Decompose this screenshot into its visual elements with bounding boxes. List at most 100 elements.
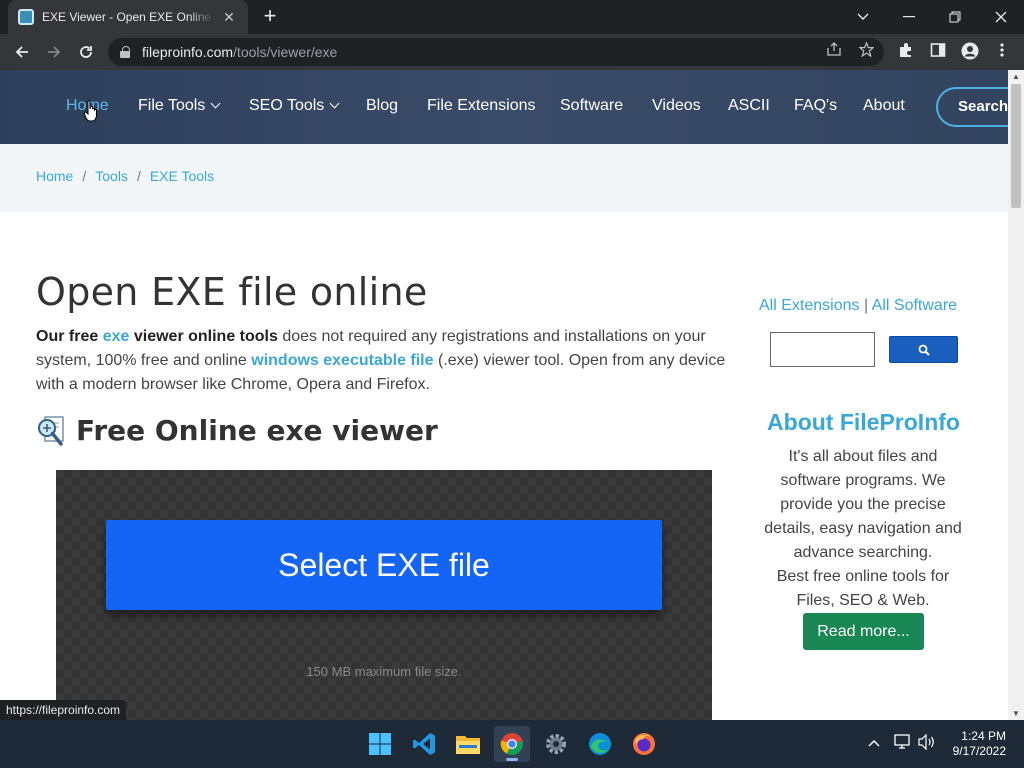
- network-icon[interactable]: [894, 734, 912, 753]
- tray-overflow-chevron[interactable]: [868, 734, 880, 750]
- document-search-icon: [38, 415, 64, 446]
- arrow-left-icon: [15, 46, 28, 58]
- firefox-icon: [633, 733, 655, 755]
- taskbar-file-explorer[interactable]: [450, 726, 486, 762]
- about-description: It's all about files and software progra…: [764, 448, 962, 561]
- chevron-up-icon: [868, 740, 880, 747]
- minimize-icon: [903, 16, 915, 18]
- reload-button[interactable]: [72, 38, 100, 66]
- folder-icon: [456, 736, 480, 754]
- active-indicator: [506, 758, 518, 761]
- intro-bold: Our free: [36, 328, 99, 345]
- tab-close-icon[interactable]: ✕: [220, 9, 238, 26]
- breadcrumb: Home / Tools / EXE Tools: [36, 168, 214, 184]
- back-button[interactable]: [8, 38, 36, 66]
- taskbar-clock[interactable]: 1:24 PM 9/17/2022: [946, 729, 1006, 759]
- taskbar-firefox[interactable]: [626, 726, 662, 762]
- section-heading: Free Online exe viewer: [36, 414, 438, 447]
- nav-faqs[interactable]: FAQ's: [794, 97, 837, 115]
- section-title: Free Online exe viewer: [76, 414, 438, 447]
- address-bar[interactable]: fileproinfo.com/tools/viewer/exe: [108, 38, 884, 66]
- start-button[interactable]: [362, 726, 398, 762]
- url-host: fileproinfo.com: [142, 44, 234, 60]
- read-more-button[interactable]: Read more...: [803, 613, 924, 650]
- taskbar-settings[interactable]: [538, 726, 574, 762]
- sidebar-links: All Extensions | All Software: [759, 297, 957, 315]
- breadcrumb-separator: /: [82, 168, 87, 184]
- breadcrumb-home[interactable]: Home: [36, 168, 73, 184]
- search-icon: [918, 344, 930, 356]
- nav-about[interactable]: About: [863, 97, 905, 115]
- scroll-down-arrow-icon[interactable]: ▼: [1012, 709, 1020, 718]
- breadcrumb-exe-tools[interactable]: EXE Tools: [150, 168, 214, 184]
- status-bar-url: https://fileproinfo.com: [0, 700, 127, 720]
- page-title: Open EXE file online: [36, 270, 428, 314]
- lock-icon: [120, 46, 130, 58]
- chevron-down-icon: [210, 98, 221, 109]
- breadcrumb-tools[interactable]: Tools: [95, 168, 128, 184]
- taskbar-edge[interactable]: [582, 726, 618, 762]
- taskbar-vscode[interactable]: [406, 726, 442, 762]
- windows-executable-link[interactable]: windows executable file: [251, 352, 433, 369]
- windows-taskbar: 1:24 PM 9/17/2022: [0, 720, 1024, 768]
- all-extensions-link[interactable]: All Extensions: [759, 297, 860, 314]
- edge-icon: [589, 733, 611, 755]
- nav-seo-tools-label: SEO Tools: [249, 97, 325, 114]
- gear-icon: [546, 734, 566, 754]
- nav-file-extensions[interactable]: File Extensions: [427, 97, 536, 115]
- taskbar-chrome[interactable]: [494, 726, 530, 762]
- bookmark-star-icon[interactable]: [856, 41, 876, 62]
- about-title: About FileProInfo: [767, 409, 960, 435]
- nav-file-tools[interactable]: File Tools: [138, 97, 221, 115]
- forward-button[interactable]: [40, 38, 68, 66]
- close-icon: [995, 11, 1007, 23]
- nav-seo-tools[interactable]: SEO Tools: [249, 97, 340, 115]
- browser-toolbar: fileproinfo.com/tools/viewer/exe: [0, 34, 1024, 70]
- extensions-puzzle-icon[interactable]: [896, 42, 916, 62]
- nav-videos[interactable]: Videos: [652, 97, 701, 115]
- side-panel-icon[interactable]: [928, 42, 948, 62]
- intro-bold-2: viewer online tools: [133, 328, 278, 345]
- hand-cursor-icon: [84, 100, 97, 122]
- tab-search-button[interactable]: [840, 0, 886, 34]
- reload-icon: [80, 46, 92, 58]
- about-tagline: Best free online tools for Files, SEO & …: [776, 568, 950, 609]
- exe-link[interactable]: exe: [103, 328, 130, 345]
- clock-time: 1:24 PM: [961, 729, 1006, 743]
- windows-start-icon: [369, 733, 391, 755]
- nav-search-button[interactable]: Search: [936, 87, 1008, 127]
- url-path: /tools/viewer/exe: [233, 44, 338, 60]
- breadcrumb-bar: Home / Tools / EXE Tools: [0, 144, 1008, 212]
- browser-menu-icon[interactable]: [992, 42, 1012, 62]
- about-text: It's all about files and software progra…: [758, 445, 968, 613]
- max-file-size-note: 150 MB maximum file size.: [306, 664, 462, 679]
- chevron-down-icon: [857, 13, 869, 20]
- clock-date: 9/17/2022: [952, 744, 1006, 758]
- close-window-button[interactable]: [978, 0, 1024, 34]
- share-icon[interactable]: [824, 42, 844, 62]
- sidebar-search-button[interactable]: [889, 336, 958, 363]
- browser-tab[interactable]: EXE Viewer - Open EXE Online & Free ✕: [8, 0, 248, 34]
- page-viewport: Home File Tools SEO Tools Blog File Exte…: [0, 70, 1008, 720]
- nav-blog[interactable]: Blog: [366, 97, 398, 115]
- profile-avatar-icon[interactable]: [960, 42, 980, 62]
- upload-dropzone[interactable]: Select EXE file 150 MB maximum file size…: [56, 470, 712, 720]
- chrome-icon: [500, 733, 523, 755]
- vscode-icon: [413, 733, 435, 755]
- new-tab-button[interactable]: +: [258, 4, 282, 28]
- page-scrollbar[interactable]: ▲ ▼: [1008, 70, 1024, 720]
- tab-title: EXE Viewer - Open EXE Online & Free: [42, 10, 214, 24]
- link-divider: |: [863, 297, 869, 314]
- select-exe-file-button[interactable]: Select EXE file: [106, 520, 662, 610]
- sidebar-search-input[interactable]: [770, 332, 875, 367]
- minimize-button[interactable]: [886, 0, 932, 34]
- favicon-icon: [18, 9, 34, 25]
- volume-icon[interactable]: [918, 733, 936, 753]
- all-software-link[interactable]: All Software: [872, 297, 957, 314]
- scroll-thumb[interactable]: [1011, 84, 1021, 208]
- nav-file-tools-label: File Tools: [138, 97, 206, 114]
- nav-software[interactable]: Software: [560, 97, 623, 115]
- scroll-up-arrow-icon[interactable]: ▲: [1012, 72, 1020, 81]
- nav-ascii[interactable]: ASCII: [728, 97, 770, 115]
- restore-button[interactable]: [932, 0, 978, 34]
